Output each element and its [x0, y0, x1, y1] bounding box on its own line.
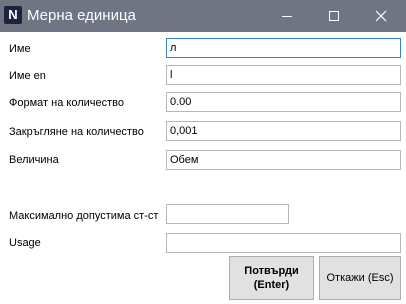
- quantity-rounding-input[interactable]: 0,001: [166, 121, 401, 141]
- close-icon: [375, 10, 387, 22]
- quantity-format-input[interactable]: 0.00: [166, 92, 401, 112]
- max-allowed-value-input[interactable]: [166, 204, 289, 224]
- confirm-button-shortcut: (Enter): [253, 279, 290, 291]
- magnitude-input[interactable]: Обем: [166, 150, 401, 170]
- maximize-icon: [329, 11, 339, 21]
- confirm-button[interactable]: Потвърди (Enter): [229, 256, 314, 300]
- title-bar[interactable]: N Мерна единица: [0, 0, 406, 32]
- magnitude-label: Величина: [9, 154, 59, 166]
- usage-input[interactable]: [166, 233, 401, 253]
- close-button[interactable]: [358, 0, 404, 32]
- name-input[interactable]: л: [166, 38, 401, 58]
- app-icon: N: [4, 6, 22, 24]
- quantity-format-label: Формат на количество: [9, 97, 124, 109]
- dialog-window: N Мерна единица Име л Име en l Формат на…: [0, 0, 406, 304]
- maximize-button[interactable]: [311, 0, 357, 32]
- minimize-button[interactable]: [264, 0, 310, 32]
- usage-label: Usage: [9, 237, 41, 249]
- name-label: Име: [9, 43, 31, 55]
- window-title: Мерна единица: [27, 7, 136, 24]
- confirm-button-label: Потвърди: [244, 265, 299, 277]
- quantity-rounding-label: Закръгляне на количество: [9, 126, 144, 138]
- cancel-button-label: Откажи (Esc): [326, 272, 394, 284]
- minimize-icon: [282, 16, 292, 17]
- name-en-input[interactable]: l: [166, 65, 401, 85]
- max-allowed-value-label: Максимално допустима ст-ст: [9, 210, 159, 222]
- cancel-button[interactable]: Откажи (Esc): [319, 256, 401, 300]
- name-en-label: Име en: [9, 70, 46, 82]
